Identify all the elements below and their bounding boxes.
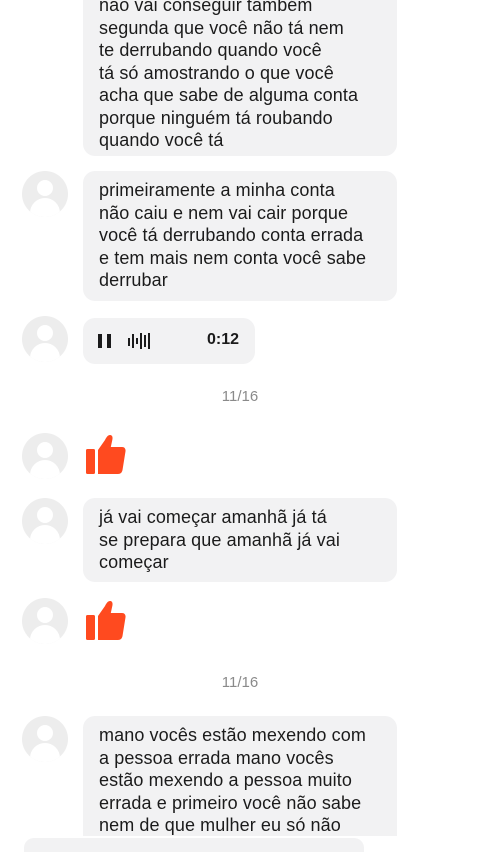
message-line: derrubar	[99, 270, 168, 290]
avatar[interactable]	[22, 716, 68, 762]
avatar[interactable]	[22, 171, 68, 217]
message-line: tá só amostrando o que você	[99, 62, 334, 83]
message-line: acha que sabe de alguma conta	[99, 85, 359, 105]
thumbs-up-icon	[86, 435, 126, 474]
avatar-body	[30, 743, 60, 762]
message-input[interactable]	[24, 838, 364, 852]
message-line: e tem mais nem conta você sabe	[99, 247, 367, 268]
avatar-head	[37, 442, 53, 458]
message-line: quando você tá	[99, 130, 224, 150]
avatar-head	[37, 180, 53, 196]
avatar-head	[37, 507, 53, 523]
avatar-body	[30, 343, 60, 362]
audio-duration: 0:12	[207, 331, 240, 348]
message-line: primeiramente a minha conta	[99, 180, 335, 200]
message-bubble[interactable]: mano vocês estão mexendo com a pessoa er…	[83, 716, 397, 836]
message-line: porque ninguém tá roubando	[99, 107, 333, 128]
message-line: errada e primeiro você não sabe	[99, 792, 362, 813]
waveform-icon	[128, 332, 152, 350]
thumbs-up-icon	[86, 601, 126, 640]
message-line: nem de que mulher eu só não	[99, 815, 341, 835]
avatar-head	[37, 607, 53, 623]
message-line: você tá derrubando conta errada	[99, 225, 364, 245]
avatar[interactable]	[22, 316, 68, 362]
message-line: mano vocês estão mexendo com	[99, 725, 366, 745]
message-line: não caiu e nem vai cair porque	[99, 202, 349, 223]
avatar-body	[30, 525, 60, 544]
message-line: estão mexendo a pessoa muito	[99, 770, 352, 790]
avatar[interactable]	[22, 498, 68, 544]
message-line: a pessoa errada mano vocês	[99, 747, 334, 768]
avatar-body	[30, 460, 60, 479]
avatar-head	[37, 725, 53, 741]
avatar[interactable]	[22, 433, 68, 479]
avatar[interactable]	[22, 598, 68, 644]
message-line: não vai conseguir também	[99, 0, 313, 15]
message-line: já vai começar amanhã já tá	[99, 507, 327, 527]
message-bubble[interactable]: não vai conseguir também segunda que voc…	[83, 0, 397, 156]
avatar-body	[30, 198, 60, 217]
message-line: se prepara que amanhã já vai	[99, 529, 340, 550]
message-line: segunda que você não tá nem	[99, 17, 344, 38]
message-bubble[interactable]: já vai começar amanhã já tá se prepara q…	[83, 498, 397, 582]
message-bubble[interactable]: primeiramente a minha conta não caiu e n…	[83, 171, 397, 301]
date-separator: 11/16	[221, 388, 259, 405]
audio-message[interactable]: 0:12	[83, 318, 255, 364]
avatar-head	[37, 325, 53, 341]
date-separator: 11/16	[221, 674, 259, 691]
message-line: começar	[99, 552, 169, 572]
pause-icon[interactable]	[98, 334, 111, 348]
avatar-body	[30, 625, 60, 644]
message-line: te derrubando quando você	[99, 40, 322, 60]
